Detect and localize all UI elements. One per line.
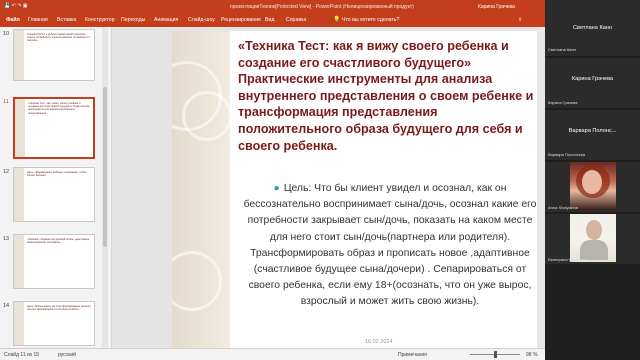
participant-name: Светлана Канн	[573, 25, 612, 31]
participant-tile[interactable]: Anna Shalyakina	[545, 162, 640, 212]
status-bar: Слайд 11 из 15 русский Примечания 98 %	[0, 348, 545, 360]
bullet-icon: ●	[273, 183, 280, 194]
slide-thumbnail-selected[interactable]: «Техника Тест: как я вижу своего ребенка…	[13, 97, 95, 159]
quick-access-icons[interactable]: 💾 ↶ ↷ ▣	[4, 3, 28, 9]
notes-button[interactable]: Примечания	[398, 352, 427, 358]
language-indicator[interactable]: русский	[58, 352, 76, 358]
slide-counter: Слайд 11 из 15	[4, 352, 40, 358]
tab-transitions[interactable]: Переходы	[121, 17, 145, 23]
meeting-participants-panel: Светлана Канн Светлана Канн Карина Граче…	[545, 0, 640, 360]
participant-name: Карина Грачева	[571, 76, 614, 82]
participant-video	[570, 162, 616, 210]
slide-title-subtitle: Практические инструменты для анализа вну…	[238, 72, 534, 153]
decor-circle	[172, 251, 222, 311]
slide-thumbnail[interactable]: «Техника, создание внутренней опоры, ада…	[13, 234, 95, 289]
window-title: презентацияТехник[Protected View] - Powe…	[230, 4, 414, 10]
current-slide[interactable]: «Техника Тест: как я вижу своего ребенка…	[172, 31, 540, 349]
tab-slideshow[interactable]: Слайд-шоу	[188, 17, 215, 23]
decor-circle	[182, 91, 232, 141]
slide-scrollbar[interactable]	[537, 27, 545, 348]
slide-body-text[interactable]: ● Цель: Что бы клиент увидел и осознал, к…	[242, 181, 538, 311]
zoom-level[interactable]: 98 %	[526, 352, 537, 358]
participant-label: Светлана Канн	[548, 47, 576, 52]
participant-label: Карина Грачева	[548, 100, 578, 105]
participant-tile[interactable]: Карина Грачева Карина Грачева	[545, 58, 640, 108]
title-bar: 💾 ↶ ↷ ▣ презентацияТехник[Protected View…	[0, 0, 545, 14]
thumbnail-text: «Техника, создание внутренней опоры, ада…	[27, 238, 90, 245]
tell-me-search[interactable]: Что вы хотите сделать?	[342, 17, 399, 23]
tab-view[interactable]: Вид	[265, 17, 274, 23]
thumbnails-scrollbar[interactable]	[102, 27, 108, 348]
thumbnail-band	[14, 30, 24, 80]
slide-title[interactable]: «Техника Тест: как я вижу своего ребенка…	[238, 38, 536, 154]
participant-label: Anna Shalyakina	[548, 205, 579, 210]
thumbnail-text: Цель: сформировать ребенка, понимание, ч…	[27, 171, 87, 178]
thumbnail-number: 11	[3, 99, 9, 105]
desktop: 💾 ↶ ↷ ▣ презентацияТехник[Protected View…	[0, 0, 640, 360]
thumbnail-number: 13	[3, 236, 10, 242]
share-icon[interactable]: ⇪	[518, 17, 522, 23]
slide-decor-band	[172, 31, 232, 349]
slide-body-content: Цель: Что бы клиент увидел и осознал, ка…	[243, 183, 537, 308]
thumbnail-text: Техника NCS 2 и добрых презентаций позво…	[27, 33, 91, 43]
video-face	[586, 220, 602, 240]
tab-review[interactable]: Рецензирование	[221, 17, 261, 23]
scrollbar-knob[interactable]	[103, 87, 107, 247]
participant-tile[interactable]: Светлана Канн Светлана Канн	[545, 0, 640, 56]
user-name[interactable]: Карина Грачева	[478, 4, 515, 10]
thumbnail-text: «Техника Тест: как я вижу своего ребенка…	[28, 102, 90, 115]
tab-help[interactable]: Справка	[286, 17, 306, 23]
thumbnail-text: Цель: Использовать на этом формирование …	[27, 305, 91, 312]
ribbon-tabs: Файл Главная Вставка Конструктор Переход…	[0, 14, 545, 27]
thumbnail-band	[14, 168, 24, 221]
thumbnail-band	[15, 99, 25, 157]
zoom-slider-knob[interactable]	[494, 351, 497, 358]
slide-thumbnail[interactable]: Цель: сформировать ребенка, понимание, ч…	[13, 167, 95, 222]
lightbulb-icon: 💡	[333, 17, 341, 23]
thumbnail-number: 14	[3, 303, 10, 309]
slide-title-main: «Техника Тест: как я вижу своего ребенка…	[238, 39, 509, 70]
slide-date: 16.02.2024	[365, 339, 393, 345]
tab-animation[interactable]: Анимация	[154, 17, 178, 23]
tab-design[interactable]: Конструктор	[85, 17, 115, 23]
participant-label: Варвара Полонская	[548, 152, 586, 157]
slide-thumbnail[interactable]: Техника NCS 2 и добрых презентаций позво…	[13, 29, 95, 81]
tab-home[interactable]: Главная	[28, 17, 48, 23]
slide-edit-area: «Техника Тест: как я вижу своего ребенка…	[112, 27, 551, 349]
slide-thumbnail[interactable]: Цель: Использовать на этом формирование …	[13, 301, 95, 346]
participant-video	[570, 214, 616, 262]
participant-name: Варвара Полонс...	[568, 128, 617, 134]
powerpoint-window: 💾 ↶ ↷ ▣ презентацияТехник[Protected View…	[0, 0, 551, 360]
participant-tile[interactable]: Варвара Полонс... Варвара Полонская	[545, 110, 640, 160]
thumbnail-band	[14, 302, 24, 345]
thumbnail-number: 10	[3, 31, 10, 37]
tab-file[interactable]: Файл	[6, 17, 20, 23]
thumbnail-band	[14, 235, 24, 288]
thumbnail-number: 12	[3, 169, 10, 175]
participant-label: Екатерина Ротанова	[548, 257, 587, 262]
participant-tile[interactable]: Екатерина Ротанова	[545, 214, 640, 264]
video-face	[582, 170, 602, 194]
tab-insert[interactable]: Вставка	[57, 17, 76, 23]
slide-thumbnails-pane: 10 Техника NCS 2 и добрых презентаций по…	[0, 27, 112, 348]
